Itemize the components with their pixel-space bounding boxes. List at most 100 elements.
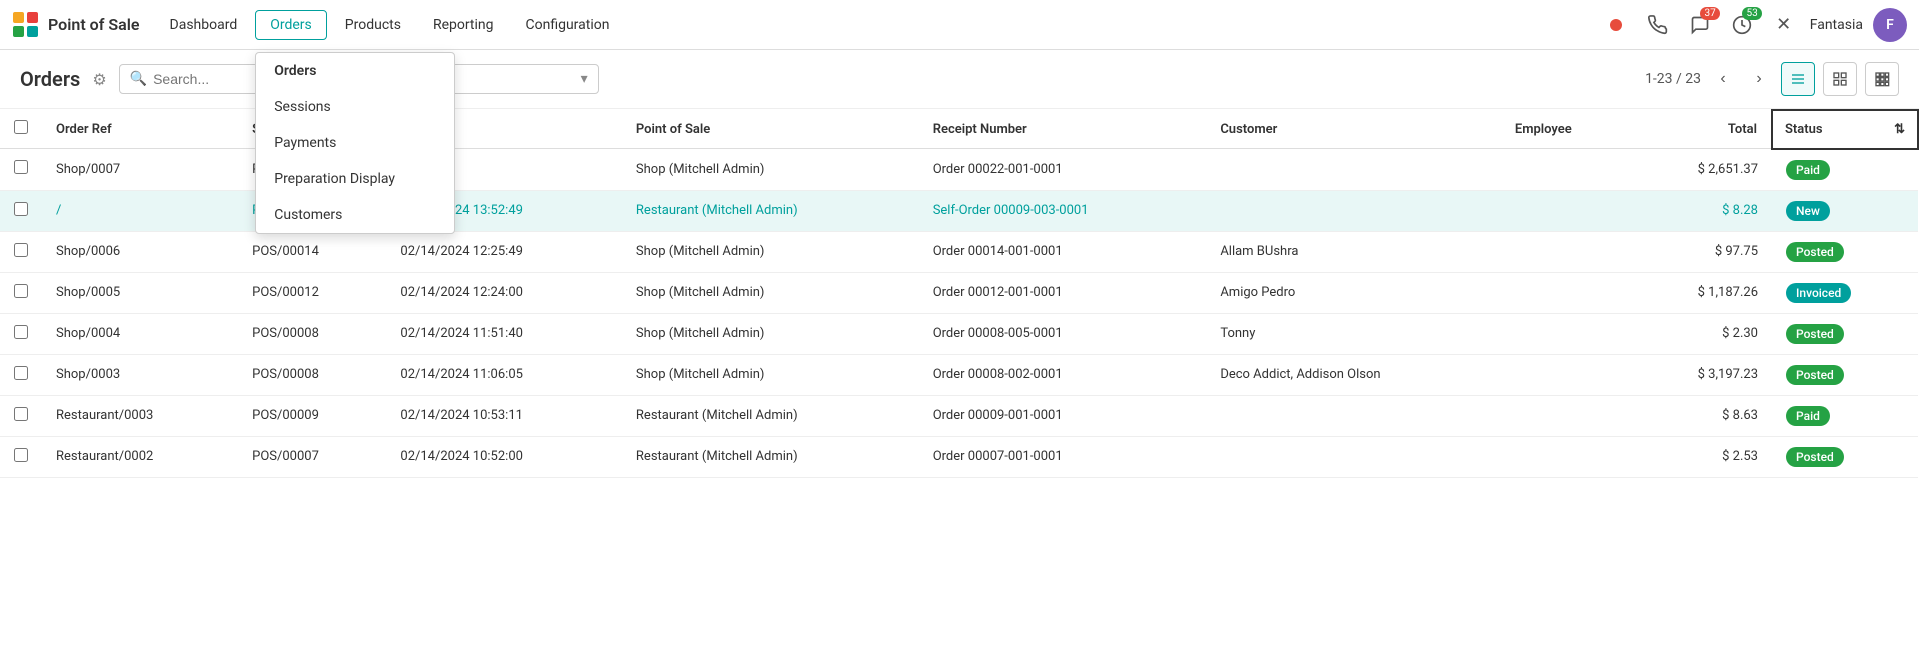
date-cell: 02/14/2024 11:06:05 (386, 354, 622, 395)
table-row: Shop/0003 POS/00008 02/14/2024 11:06:05 … (0, 354, 1918, 395)
employee-cell (1501, 231, 1634, 272)
brand-logo[interactable]: Point of Sale (12, 11, 140, 39)
nav-orders-dropdown[interactable]: Orders Orders Sessions Payments Preparat… (255, 10, 327, 40)
top-navigation: Point of Sale Dashboard Orders Orders Se… (0, 0, 1919, 50)
select-all-checkbox[interactable] (14, 120, 28, 134)
header-employee[interactable]: Employee (1501, 110, 1634, 149)
status-badge: Posted (1786, 242, 1844, 262)
order-ref-cell[interactable]: / (42, 190, 238, 231)
row-checkbox[interactable] (0, 436, 42, 477)
order-ref-cell: Restaurant/0003 (42, 395, 238, 436)
date-cell: 02/14/2024 12:25:49 (386, 231, 622, 272)
activity-icon-btn[interactable]: 53 (1726, 9, 1758, 41)
status-cell: Paid (1772, 149, 1918, 191)
pagination-info: 1-23 / 23 (1645, 71, 1701, 87)
row-select-checkbox[interactable] (14, 407, 28, 421)
phone-icon (1648, 15, 1668, 35)
receipt-cell[interactable]: Self-Order 00009-003-0001 (919, 190, 1207, 231)
table-row: Restaurant/0002 POS/00007 02/14/2024 10:… (0, 436, 1918, 477)
list-view-button[interactable] (1781, 62, 1815, 96)
nav-dashboard[interactable]: Dashboard (156, 11, 252, 39)
row-select-checkbox[interactable] (14, 202, 28, 216)
pos-cell[interactable]: Restaurant (Mitchell Admin) (622, 190, 919, 231)
employee-cell (1501, 354, 1634, 395)
customer-cell: Amigo Pedro (1206, 272, 1501, 313)
prev-page-button[interactable]: ‹ (1709, 65, 1737, 93)
total-cell: $ 8.63 (1634, 395, 1772, 436)
search-dropdown-icon[interactable]: ▾ (581, 71, 588, 87)
page-title: Orders (20, 67, 80, 91)
row-checkbox[interactable] (0, 313, 42, 354)
pos-cell: Shop (Mitchell Admin) (622, 313, 919, 354)
pos-cell: Shop (Mitchell Admin) (622, 272, 919, 313)
status-cell: Posted (1772, 231, 1918, 272)
grid-icon (1874, 71, 1890, 87)
row-checkbox[interactable] (0, 190, 42, 231)
table-row: Shop/0005 POS/00012 02/14/2024 12:24:00 … (0, 272, 1918, 313)
total-cell: $ 8.28 (1634, 190, 1772, 231)
settings-wrench-btn[interactable]: ✕ (1768, 9, 1800, 41)
status-cell: New (1772, 190, 1918, 231)
customer-cell (1206, 436, 1501, 477)
receipt-cell: Order 00009-001-0001 (919, 395, 1207, 436)
dropdown-payments[interactable]: Payments (256, 125, 454, 161)
row-checkbox[interactable] (0, 354, 42, 395)
nav-reporting[interactable]: Reporting (419, 11, 508, 39)
dropdown-orders[interactable]: Orders (256, 53, 454, 89)
customer-cell (1206, 395, 1501, 436)
status-cell: Posted (1772, 436, 1918, 477)
nav-products[interactable]: Products (331, 11, 415, 39)
total-cell: $ 2.30 (1634, 313, 1772, 354)
next-page-button[interactable]: › (1745, 65, 1773, 93)
row-checkbox[interactable] (0, 395, 42, 436)
order-ref-cell: Shop/0003 (42, 354, 238, 395)
customer-cell: Allam BUshra (1206, 231, 1501, 272)
header-order-ref[interactable]: Order Ref (42, 110, 238, 149)
table-row: Shop/0006 POS/00014 02/14/2024 12:25:49 … (0, 231, 1918, 272)
grid-view-button[interactable] (1865, 62, 1899, 96)
page-settings-icon[interactable]: ⚙ (92, 70, 106, 89)
customer-cell (1206, 190, 1501, 231)
orders-dropdown-menu: Orders Sessions Payments Preparation Dis… (255, 52, 455, 234)
status-cell: Invoiced (1772, 272, 1918, 313)
header-checkbox-col[interactable] (0, 110, 42, 149)
status-cell: Posted (1772, 354, 1918, 395)
header-total[interactable]: Total (1634, 110, 1772, 149)
dropdown-sessions[interactable]: Sessions (256, 89, 454, 125)
phone-icon-btn[interactable] (1642, 9, 1674, 41)
messages-icon-btn[interactable]: 37 (1684, 9, 1716, 41)
row-select-checkbox[interactable] (14, 160, 28, 174)
row-select-checkbox[interactable] (14, 366, 28, 380)
header-customer[interactable]: Customer (1206, 110, 1501, 149)
order-ref-cell: Restaurant/0002 (42, 436, 238, 477)
row-select-checkbox[interactable] (14, 448, 28, 462)
header-pos[interactable]: Point of Sale (622, 110, 919, 149)
header-status[interactable]: Status ⇅ (1772, 110, 1918, 149)
status-indicator[interactable] (1600, 9, 1632, 41)
customer-cell (1206, 149, 1501, 191)
brand-name: Point of Sale (48, 15, 140, 34)
order-ref-cell: Shop/0006 (42, 231, 238, 272)
receipt-cell: Order 00008-002-0001 (919, 354, 1207, 395)
header-receipt[interactable]: Receipt Number (919, 110, 1207, 149)
receipt-cell: Order 00008-005-0001 (919, 313, 1207, 354)
column-settings-icon[interactable]: ⇅ (1894, 122, 1905, 137)
view-controls: 1-23 / 23 ‹ › (1645, 62, 1899, 96)
row-select-checkbox[interactable] (14, 284, 28, 298)
total-cell: $ 1,187.26 (1634, 272, 1772, 313)
nav-orders[interactable]: Orders (255, 10, 327, 40)
customer-cell: Deco Addict, Addison Olson (1206, 354, 1501, 395)
dropdown-customers[interactable]: Customers (256, 197, 454, 233)
row-select-checkbox[interactable] (14, 325, 28, 339)
nav-configuration[interactable]: Configuration (512, 11, 624, 39)
red-dot-icon (1610, 19, 1622, 31)
dropdown-preparation-display[interactable]: Preparation Display (256, 161, 454, 197)
avatar[interactable]: F (1873, 8, 1907, 42)
row-select-checkbox[interactable] (14, 243, 28, 257)
table-row: Shop/0004 POS/00008 02/14/2024 11:51:40 … (0, 313, 1918, 354)
status-cell: Paid (1772, 395, 1918, 436)
row-checkbox[interactable] (0, 272, 42, 313)
row-checkbox[interactable] (0, 149, 42, 191)
kanban-view-button[interactable] (1823, 62, 1857, 96)
row-checkbox[interactable] (0, 231, 42, 272)
